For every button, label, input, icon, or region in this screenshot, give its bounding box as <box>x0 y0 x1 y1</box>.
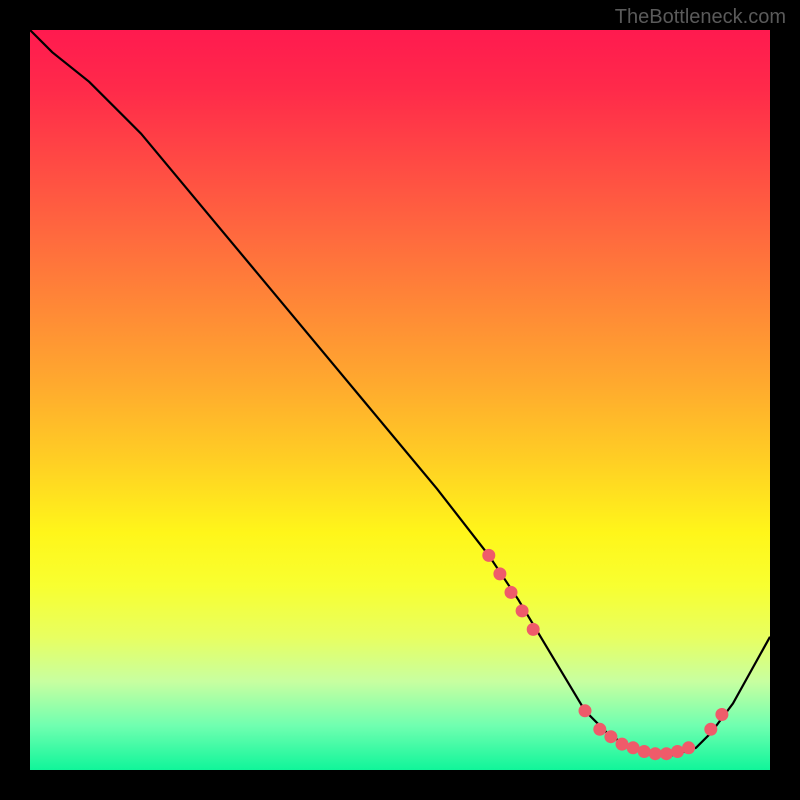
data-point <box>638 745 651 758</box>
data-point <box>660 747 673 760</box>
bottleneck-curve <box>30 30 770 755</box>
data-point <box>593 723 606 736</box>
data-markers <box>482 549 728 760</box>
data-point <box>482 549 495 562</box>
watermark-text: TheBottleneck.com <box>615 6 786 29</box>
data-point <box>616 738 629 751</box>
data-point <box>516 604 529 617</box>
data-point <box>505 586 518 599</box>
data-point <box>579 704 592 717</box>
data-point <box>671 745 684 758</box>
data-point <box>527 623 540 636</box>
data-point <box>649 747 662 760</box>
data-point <box>715 708 728 721</box>
data-point <box>604 730 617 743</box>
chart-svg <box>30 30 770 770</box>
data-point <box>627 741 640 754</box>
data-point <box>682 741 695 754</box>
data-point <box>704 723 717 736</box>
data-point <box>493 567 506 580</box>
